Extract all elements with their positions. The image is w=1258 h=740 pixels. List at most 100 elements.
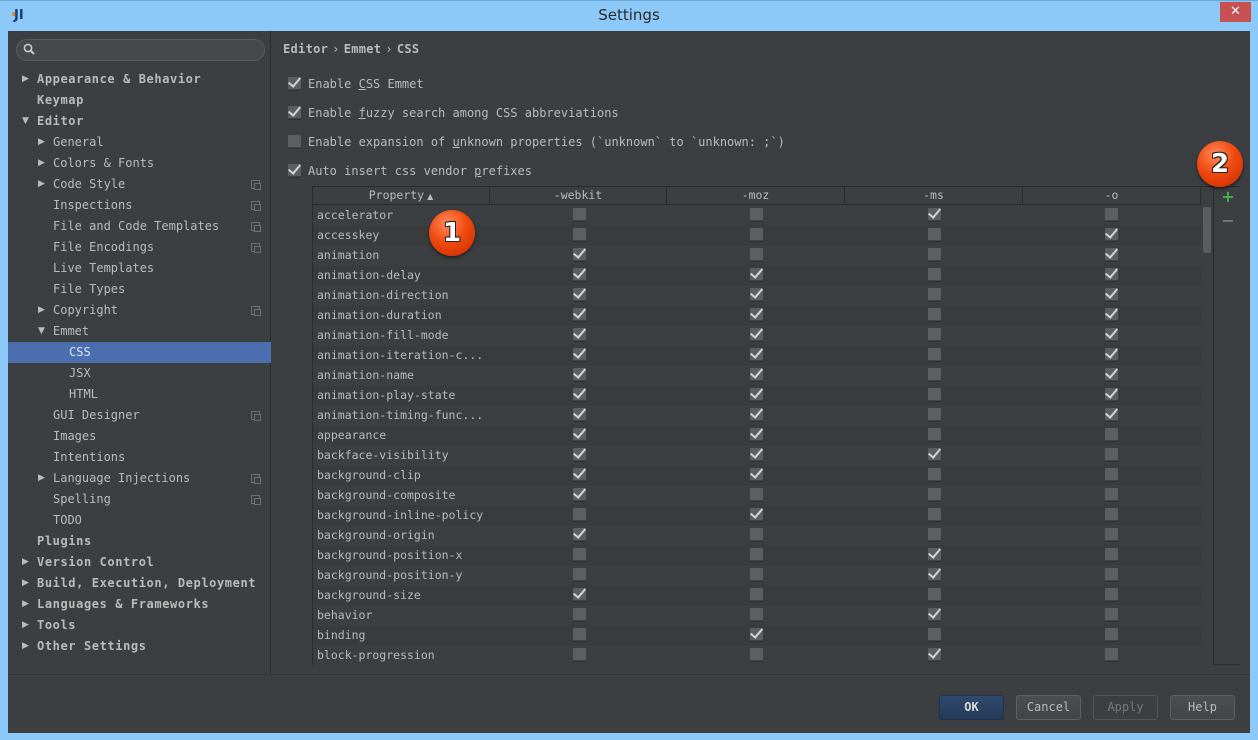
sidebar-item-appearance-behavior[interactable]: ▶ Appearance & Behavior — [8, 69, 271, 90]
prefix-checkbox-moz[interactable] — [750, 368, 763, 381]
table-row[interactable]: animation-name — [313, 365, 1201, 385]
prefix-checkbox-webkit[interactable] — [573, 448, 586, 461]
prefix-checkbox-o[interactable] — [1105, 508, 1118, 521]
search-field[interactable] — [16, 39, 265, 61]
help-button[interactable]: Help — [1170, 695, 1235, 720]
prefix-checkbox-o[interactable] — [1105, 368, 1118, 381]
prefix-checkbox-moz[interactable] — [750, 588, 763, 601]
checkbox-checked[interactable] — [288, 164, 301, 177]
prefix-checkbox-ms[interactable] — [928, 388, 941, 401]
prefix-checkbox-webkit[interactable] — [573, 328, 586, 341]
sidebar-item-general[interactable]: ▶ General — [8, 132, 271, 153]
collapsed-arrow-icon[interactable]: ▶ — [38, 174, 48, 195]
prefix-checkbox-o[interactable] — [1105, 548, 1118, 561]
prefix-checkbox-o[interactable] — [1105, 288, 1118, 301]
prefix-checkbox-ms[interactable] — [928, 328, 941, 341]
sidebar-item-plugins[interactable]: Plugins — [8, 531, 271, 552]
sidebar-item-html[interactable]: HTML — [8, 384, 271, 405]
sidebar-item-build-execution-deployment[interactable]: ▶ Build, Execution, Deployment — [8, 573, 271, 594]
prefix-checkbox-webkit[interactable] — [573, 268, 586, 281]
prefix-checkbox-o[interactable] — [1105, 208, 1118, 221]
prefix-checkbox-ms[interactable] — [928, 548, 941, 561]
prefix-checkbox-moz[interactable] — [750, 648, 763, 661]
table-row[interactable]: backface-visibility — [313, 445, 1201, 465]
prefix-checkbox-ms[interactable] — [928, 408, 941, 421]
prefix-checkbox-ms[interactable] — [928, 488, 941, 501]
prefix-checkbox-o[interactable] — [1105, 468, 1118, 481]
prefix-checkbox-moz[interactable] — [750, 328, 763, 341]
sidebar-item-keymap[interactable]: Keymap — [8, 90, 271, 111]
table-row[interactable]: animation-timing-func... — [313, 405, 1201, 425]
table-row[interactable]: animation-direction — [313, 285, 1201, 305]
prefix-checkbox-o[interactable] — [1105, 588, 1118, 601]
prefix-checkbox-webkit[interactable] — [573, 468, 586, 481]
sidebar-item-live-templates[interactable]: Live Templates — [8, 258, 271, 279]
sidebar-item-file-types[interactable]: File Types — [8, 279, 271, 300]
column-header-property[interactable]: Property ▲ — [313, 187, 490, 204]
close-button[interactable]: ✕ — [1220, 2, 1251, 22]
prefix-checkbox-o[interactable] — [1105, 228, 1118, 241]
prefix-checkbox-o[interactable] — [1105, 348, 1118, 361]
prefix-checkbox-moz[interactable] — [750, 568, 763, 581]
prefix-checkbox-webkit[interactable] — [573, 428, 586, 441]
search-input[interactable] — [39, 41, 259, 59]
prefix-checkbox-webkit[interactable] — [573, 528, 586, 541]
scrollbar-thumb[interactable] — [1203, 207, 1211, 253]
prefix-checkbox-ms[interactable] — [928, 208, 941, 221]
prefix-checkbox-ms[interactable] — [928, 588, 941, 601]
prefix-checkbox-webkit[interactable] — [573, 648, 586, 661]
table-row[interactable]: animation-duration — [313, 305, 1201, 325]
collapsed-arrow-icon[interactable]: ▶ — [22, 552, 32, 573]
sidebar-item-jsx[interactable]: JSX — [8, 363, 271, 384]
prefix-checkbox-o[interactable] — [1105, 448, 1118, 461]
prefix-checkbox-o[interactable] — [1105, 568, 1118, 581]
prefix-checkbox-moz[interactable] — [750, 468, 763, 481]
prefix-checkbox-webkit[interactable] — [573, 248, 586, 261]
expanded-arrow-icon[interactable]: ▼ — [38, 321, 48, 342]
remove-property-button[interactable]: − — [1220, 213, 1236, 229]
prefix-checkbox-moz[interactable] — [750, 308, 763, 321]
collapsed-arrow-icon[interactable]: ▶ — [38, 153, 48, 174]
prefix-checkbox-moz[interactable] — [750, 248, 763, 261]
ok-button[interactable]: OK — [939, 695, 1004, 720]
collapsed-arrow-icon[interactable]: ▶ — [22, 615, 32, 636]
prefix-checkbox-o[interactable] — [1105, 608, 1118, 621]
sidebar-item-css[interactable]: CSS — [8, 342, 271, 363]
prefix-checkbox-ms[interactable] — [928, 528, 941, 541]
prefix-checkbox-o[interactable] — [1105, 328, 1118, 341]
sidebar-item-todo[interactable]: TODO — [8, 510, 271, 531]
collapsed-arrow-icon[interactable]: ▶ — [38, 468, 48, 489]
prefix-checkbox-webkit[interactable] — [573, 548, 586, 561]
prefix-checkbox-webkit[interactable] — [573, 628, 586, 641]
table-row[interactable]: background-position-y — [313, 565, 1201, 585]
sidebar-item-intentions[interactable]: Intentions — [8, 447, 271, 468]
sidebar-item-version-control[interactable]: ▶ Version Control — [8, 552, 271, 573]
prefix-checkbox-o[interactable] — [1105, 248, 1118, 261]
prefix-checkbox-ms[interactable] — [928, 628, 941, 641]
prefix-checkbox-moz[interactable] — [750, 528, 763, 541]
prefix-checkbox-ms[interactable] — [928, 608, 941, 621]
prefix-checkbox-o[interactable] — [1105, 528, 1118, 541]
sidebar-item-tools[interactable]: ▶ Tools — [8, 615, 271, 636]
table-row[interactable]: background-position-x — [313, 545, 1201, 565]
table-row[interactable]: background-composite — [313, 485, 1201, 505]
vertical-scrollbar[interactable] — [1201, 205, 1213, 665]
prefix-checkbox-webkit[interactable] — [573, 488, 586, 501]
prefix-checkbox-moz[interactable] — [750, 228, 763, 241]
table-row[interactable]: binding — [313, 625, 1201, 645]
sidebar-item-languages-frameworks[interactable]: ▶ Languages & Frameworks — [8, 594, 271, 615]
checkbox-unchecked[interactable] — [288, 135, 301, 148]
prefix-checkbox-ms[interactable] — [928, 428, 941, 441]
column-header-ms[interactable]: -ms — [845, 187, 1023, 204]
prefix-checkbox-ms[interactable] — [928, 508, 941, 521]
sidebar-item-other-settings[interactable]: ▶ Other Settings — [8, 636, 271, 657]
expanded-arrow-icon[interactable]: ▼ — [22, 111, 32, 132]
collapsed-arrow-icon[interactable]: ▶ — [38, 132, 48, 153]
prefix-checkbox-webkit[interactable] — [573, 348, 586, 361]
sidebar-item-copyright[interactable]: ▶ Copyright — [8, 300, 271, 321]
sidebar-item-file-encodings[interactable]: File Encodings — [8, 237, 271, 258]
table-row[interactable]: block-progression — [313, 645, 1201, 665]
prefix-checkbox-ms[interactable] — [928, 288, 941, 301]
prefix-checkbox-ms[interactable] — [928, 448, 941, 461]
checkbox-checked[interactable] — [288, 77, 301, 90]
